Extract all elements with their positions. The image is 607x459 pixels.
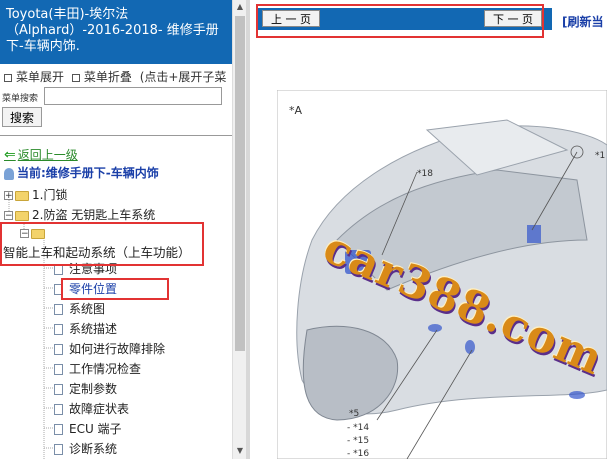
current-location: 当前:维修手册下-车辆内饰 — [4, 164, 159, 181]
highlighted-part-sensor — [428, 324, 442, 332]
search-label: 菜单搜索 — [2, 94, 39, 104]
scroll-up-arrow-icon[interactable]: ▲ — [235, 2, 245, 12]
document-icon — [54, 384, 63, 395]
title-line-3: 下-车辆内饰. — [6, 39, 80, 54]
search-button[interactable]: 搜索 — [2, 107, 42, 127]
callout-label: - *14 — [347, 423, 369, 433]
document-icon — [54, 304, 63, 315]
tree-leaf-label: 工作情况检查 — [69, 362, 142, 376]
document-icon — [54, 364, 63, 375]
tree-leaf-troubleshooting[interactable]: 如何进行故障排除 — [54, 340, 165, 357]
tree-leaf-label: 诊断系统 — [69, 442, 118, 456]
tree-leaf-system-description[interactable]: 系统描述 — [54, 320, 117, 337]
title-line-1: Toyota(丰田)-埃尔法 — [6, 7, 129, 22]
square-icon — [71, 73, 80, 82]
back-link-label: 返回上一级 — [17, 148, 78, 162]
scrollbar-thumb[interactable] — [235, 16, 245, 351]
refresh-link[interactable]: [刷新当 — [562, 13, 604, 30]
callout-label: *1 — [595, 151, 605, 161]
menu-controls: 菜单展开 菜单折叠 (点击+展开子菜 — [4, 68, 226, 85]
folder-icon — [15, 210, 29, 221]
collapse-minus-icon[interactable]: − — [4, 211, 13, 221]
square-icon — [4, 73, 12, 82]
tree-node-label: 2.防盗 无钥匙上车系统 — [32, 208, 156, 222]
menu-hint: (点击+展开子菜 — [139, 70, 227, 84]
divider-line — [0, 135, 232, 136]
document-icon — [54, 404, 63, 415]
scroll-down-arrow-icon[interactable]: ▼ — [235, 446, 245, 456]
callout-label: *18 — [417, 169, 433, 179]
tree-node-label: 1.门锁 — [32, 188, 68, 202]
tree-node-anti-theft[interactable]: − 2.防盗 无钥匙上车系统 — [4, 206, 155, 223]
tree-leaf-ecu-terminals[interactable]: ECU 端子 — [54, 420, 122, 437]
document-icon — [54, 424, 63, 435]
location-pin-icon — [4, 167, 14, 180]
document-icon — [54, 324, 63, 335]
callout-label: *5 — [349, 409, 359, 419]
folder-icon — [15, 190, 29, 201]
page-toolbar: 上 一 页 下 一 页 [刷新当 — [250, 0, 607, 38]
highlighted-part-connector — [465, 340, 475, 354]
menu-collapse-link[interactable]: 菜单折叠 — [84, 70, 132, 84]
highlighted-part-module — [569, 391, 585, 399]
tree-leaf-diagnostic-system[interactable]: 诊断系统 — [54, 440, 117, 457]
search-input[interactable] — [44, 87, 222, 105]
title-line-2: （Alphard）-2016-2018- 维修手册 — [6, 23, 219, 38]
menu-pane: Toyota(丰田)-埃尔法 （Alphard）-2016-2018- 维修手册… — [0, 0, 232, 459]
tree-leaf-label: 系统描述 — [69, 322, 118, 336]
callout-label: - *16 — [347, 449, 369, 459]
back-link[interactable]: ⇐ 返回上一级 — [4, 146, 78, 163]
document-icon — [54, 444, 63, 455]
tree-leaf-label: ECU 端子 — [69, 422, 122, 436]
tree-leaf-label: 如何进行故障排除 — [69, 342, 166, 356]
tree-leaf-problem-symptoms[interactable]: 故障症状表 — [54, 400, 129, 417]
tree-leaf-label: 系统图 — [69, 302, 106, 316]
tree-leaf-customize-parameters[interactable]: 定制参数 — [54, 380, 117, 397]
tree-leaf-label: 定制参数 — [69, 382, 118, 396]
highlighted-part-switch — [527, 225, 541, 243]
tree-leaf-operation-check[interactable]: 工作情况检查 — [54, 360, 141, 377]
menu-scrollbar[interactable]: ▲ ▼ — [232, 0, 247, 459]
highlight-box-parts-location — [61, 278, 169, 300]
expand-plus-icon[interactable]: + — [4, 191, 13, 201]
diagram-label-a: *A — [289, 104, 303, 117]
menu-expand-link[interactable]: 菜单展开 — [16, 70, 64, 84]
document-icon — [54, 344, 63, 355]
highlight-box-toolbar — [256, 4, 544, 38]
current-location-label: 当前:维修手册下-车辆内饰 — [17, 166, 159, 180]
back-arrow-icon: ⇐ — [4, 147, 16, 163]
tree-node-door-lock[interactable]: +1.门锁 — [4, 186, 67, 203]
content-pane: 上 一 页 下 一 页 [刷新当 *A *18 *1 *5 - *14 - *1… — [250, 0, 607, 459]
tree-leaf-system-diagram[interactable]: 系统图 — [54, 300, 105, 317]
highlight-box-smart-entry — [0, 222, 204, 266]
tree-leaf-label: 故障症状表 — [69, 402, 130, 416]
callout-label: - *15 — [347, 436, 369, 446]
manual-title-header: Toyota(丰田)-埃尔法 （Alphard）-2016-2018- 维修手册… — [0, 0, 232, 64]
